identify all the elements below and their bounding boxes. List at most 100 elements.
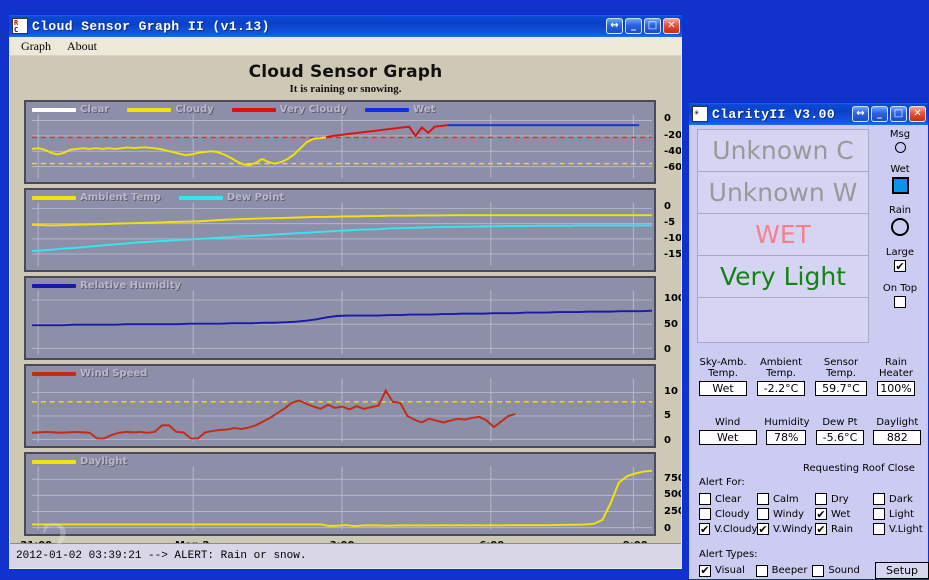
field-value-wind[interactable]: Wet [699,430,757,445]
chart-subtitle: It is raining or snowing. [10,83,681,95]
checkbox-v-light[interactable] [873,523,885,535]
indicator-circle-msg[interactable] [895,142,906,153]
field-value-dew-pt[interactable]: -5.6°C [816,430,864,445]
alert-for-item-rain[interactable]: ✔Rain [815,523,873,535]
checkbox-on-top[interactable] [894,296,906,308]
field-rain-heater: RainHeater100% [875,357,917,396]
series-wind-speed [32,391,516,439]
legend-entry-wet: Wet [365,104,435,115]
csg-titlebar[interactable]: R C Cloud Sensor Graph II (v1.13) ↔ _ □ … [9,15,682,37]
field-label2-temp: Temp. [697,368,749,379]
clarity-minimize-button[interactable]: _ [871,106,888,122]
alert-types-section: Alert Types: ✔VisualBeeperSoundSetup [699,549,929,579]
clarity-side-controls: Msg Wet Rain Large✔ On Top [873,129,927,319]
setup-button[interactable]: Setup [875,562,929,579]
checkbox-calm[interactable] [757,493,769,505]
checkbox-light[interactable] [873,508,885,520]
checkbox-beeper[interactable] [756,565,768,577]
side-control-large[interactable]: Large✔ [873,247,927,272]
y-tick-ambient-temperature-and-dew-point-2: -10 [664,233,681,244]
alert-for-item-clear[interactable]: Clear [699,493,757,505]
legend-swatch-clear [32,108,76,112]
field-value-sky-amb[interactable]: Wet [699,381,747,396]
checkbox-dry[interactable] [815,493,827,505]
alert-for-item-v-windy[interactable]: ✔ V.Windy [757,523,815,535]
legend-entry-wind-speed: Wind Speed [32,368,147,379]
indicator-circle-rain[interactable] [891,218,909,236]
legend-entry-clear: Clear [32,104,109,115]
alert-type-beeper[interactable]: Beeper [756,565,809,577]
field-value-daylight[interactable]: 882 [873,430,921,445]
field-label-sky-amb: Sky-Amb. [697,357,749,368]
checkbox-cloudy[interactable] [699,508,711,520]
checkbox-label-wet: Wet [831,509,850,520]
field-value-rain[interactable]: 100% [877,381,915,396]
legend-swatch-very-cloudy [232,108,276,112]
field-humidity: Humidity78% [764,417,808,445]
clarity-restore-button[interactable]: ↔ [852,106,869,122]
field-label-sensor: Sensor [813,357,869,368]
side-control-rain[interactable]: Rain [873,205,927,236]
checkbox-label-cloudy: Cloudy [715,509,749,520]
checkbox-visual[interactable]: ✔ [699,565,711,577]
alert-types-row: ✔Visual BeeperSound Setup [699,562,929,579]
checkbox-rain[interactable]: ✔ [815,523,827,535]
clarity-maximize-button[interactable]: □ [890,106,907,122]
alert-for-item-wet[interactable]: ✔ Wet [815,508,873,520]
y-tick-ambient-temperature-and-dew-point-0: 0 [664,201,671,212]
checkbox-sound[interactable] [812,565,824,577]
alert-type-sound[interactable]: Sound [812,565,865,577]
clarity-titlebar[interactable]: ✳ ClarityII V3.00 ↔ _ □ ✕ [689,103,928,125]
cloud-sensor-graph-window: R C Cloud Sensor Graph II (v1.13) ↔ _ □ … [8,14,683,570]
indicator-square-wet[interactable] [892,177,909,194]
legend-label-wet: Wet [413,104,435,115]
status-readouts: Unknown CUnknown WWETVery Light [697,129,869,342]
side-control-wet[interactable]: Wet [873,164,927,194]
menu-item-graph[interactable]: Graph [21,39,51,54]
alert-type-visual[interactable]: ✔Visual [699,565,752,577]
checkbox-v-cloudy[interactable]: ✔ [699,523,710,535]
alert-for-item-dry[interactable]: Dry [815,493,873,505]
legend-entry-relative-humidity: Relative Humidity [32,280,181,291]
y-tick-wind-speed-1: 5 [664,410,671,421]
y-tick-wind-speed-2: 0 [664,435,671,446]
checkbox-dark[interactable] [873,493,885,505]
side-control-label-msg: Msg [890,129,910,140]
alert-for-item-windy[interactable]: Windy [757,508,815,520]
csg-restore-button[interactable]: ↔ [606,18,623,34]
legend-label-wind-speed: Wind Speed [80,368,147,379]
checkbox-wet[interactable]: ✔ [815,508,827,520]
checkbox-label-v-windy: V.Windy [773,524,813,535]
checkbox-v-windy[interactable]: ✔ [757,523,769,535]
alert-for-item-v-cloudy[interactable]: ✔V.Cloudy [699,523,757,535]
checkbox-large[interactable]: ✔ [894,260,906,272]
readout-value-2: WET [755,222,811,247]
field-value-humidity[interactable]: 78% [766,430,806,445]
checkbox-label-clear: Clear [715,494,741,505]
alert-for-grid: ClearCalmDryDarkCloudyWindy✔WetLight✔V.C… [699,493,929,538]
side-control-on-top[interactable]: On Top [873,283,927,308]
menu-item-about[interactable]: About [67,39,97,54]
y-tick-sky-temperature-cloud-condition-3: -60 [664,162,681,173]
field-value-sensor[interactable]: 59.7°C [815,381,867,396]
field-value-ambient[interactable]: -2.2°C [757,381,805,396]
y-axis-ambient-temperature-and-dew-point: 0-5-10-15C [658,188,681,272]
field-label-rain: Rain [875,357,917,368]
alert-for-item-dark[interactable]: Dark [873,493,929,505]
checkbox-clear[interactable] [699,493,711,505]
legend-label-clear: Clear [80,104,109,115]
alert-for-item-light[interactable]: Light [873,508,929,520]
checkbox-windy[interactable] [757,508,769,520]
alert-for-item-cloudy[interactable]: Cloudy [699,508,757,520]
legend-swatch-ambient-temp [32,196,76,200]
csg-maximize-button[interactable]: □ [644,18,661,34]
csg-close-button[interactable]: ✕ [663,18,680,34]
alert-for-item-calm[interactable]: Calm [757,493,815,505]
alert-for-item-v-light[interactable]: V.Light [873,523,929,535]
csg-minimize-button[interactable]: _ [625,18,642,34]
y-tick-sky-temperature-cloud-condition-1: -20 [664,130,681,141]
side-control-label-rain: Rain [889,205,911,216]
side-control-msg[interactable]: Msg [873,129,927,153]
legend-swatch-daylight [32,460,76,464]
clarity-close-button[interactable]: ✕ [909,106,926,122]
